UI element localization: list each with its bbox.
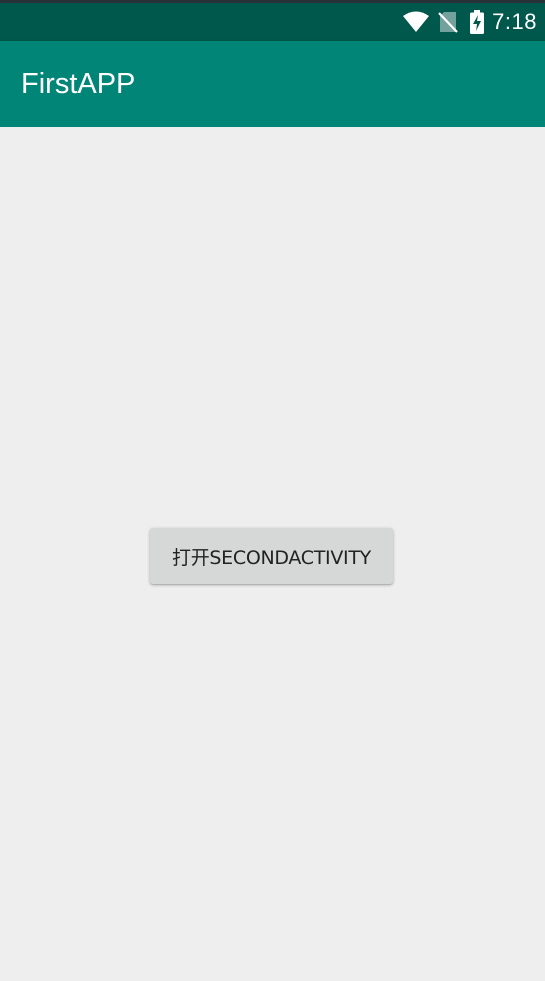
signal-off-icon xyxy=(438,11,458,33)
wifi-icon xyxy=(402,11,430,33)
battery-charging-icon xyxy=(470,10,485,34)
status-time: 7:18 xyxy=(492,9,537,34)
status-bar: 7:18 xyxy=(0,3,545,41)
main-content: 打开SECONDACTIVITY xyxy=(0,127,545,981)
status-icons: 7:18 xyxy=(402,3,537,41)
open-second-activity-button[interactable]: 打开SECONDACTIVITY xyxy=(150,528,393,584)
app-bar: FirstAPP xyxy=(0,41,545,127)
app-title: FirstAPP xyxy=(21,68,136,100)
